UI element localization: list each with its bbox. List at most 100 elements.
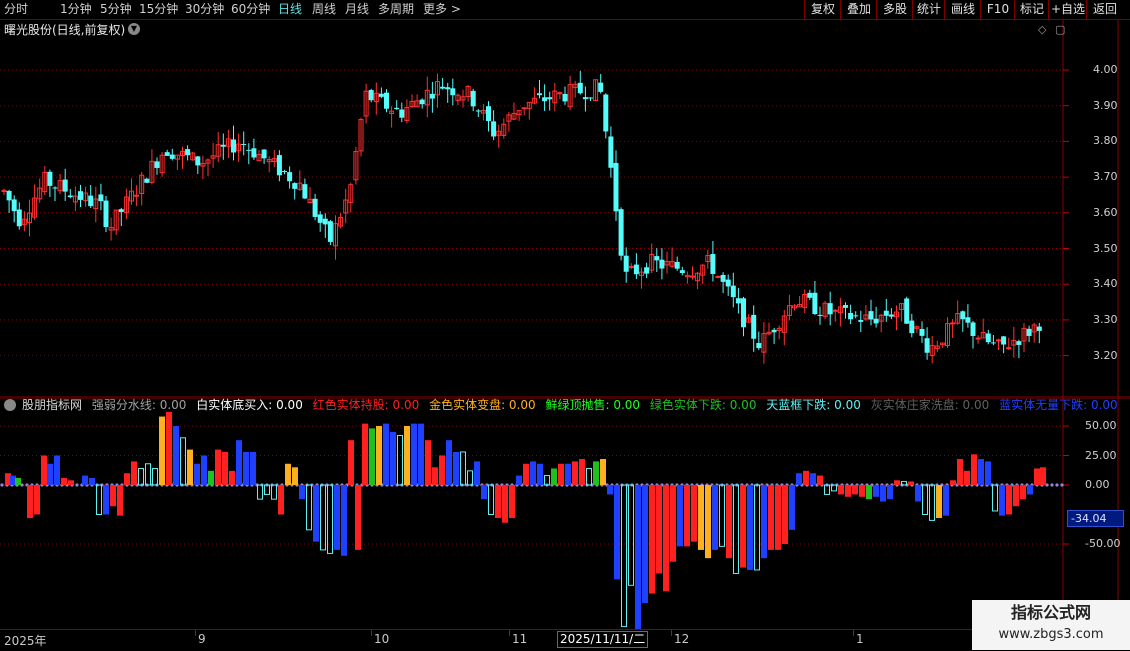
indicator-bar [1034,468,1040,485]
candle-body [588,97,593,99]
indicator-bar [810,473,816,485]
legend-item: 灰实体庄家洗盘: 0.00 [870,398,990,412]
indicator-bar [761,485,767,559]
price-tick-label: 3.60 [1093,205,1118,219]
candle-body [720,274,726,282]
period-tab-1min[interactable]: 1分钟 [60,1,92,17]
indicator-bar [376,426,382,485]
period-tab-multi[interactable]: 多周期 [378,1,414,17]
candle-body [62,179,68,192]
candle-body [169,154,175,159]
add-watchlist-button[interactable]: +自选 [1048,0,1087,19]
indicator-name[interactable]: 股朋指标网 [22,398,82,412]
indicator-bar [796,473,802,485]
candle-body [888,314,894,317]
candle-body [47,171,53,186]
indicator-bar [635,485,641,629]
indicator-bar [131,461,137,485]
right-info-strip [1119,20,1130,398]
candle-body [317,214,323,223]
candle-body [98,194,104,202]
indicator-bar [684,485,690,547]
candle-body [858,319,864,322]
indicator-bar [1020,485,1026,500]
settings-circle-icon[interactable] [4,399,16,411]
date-label: 10 [374,632,390,646]
indicator-bar [208,470,214,485]
candle-body [613,162,619,212]
period-tab-more[interactable]: 更多 > [423,1,461,17]
period-tab-15min[interactable]: 15分钟 [139,1,178,17]
candle-body [577,82,583,94]
indicator-bar [789,485,795,530]
candle-body [1026,328,1032,336]
date-label: 9 [198,632,206,646]
candle-body [185,149,191,156]
draw-line-button[interactable]: 画线 [944,0,981,19]
indicator-bar [999,485,1005,516]
indicator-bar [110,485,116,507]
indicator-bar [740,485,746,568]
candle-body [715,275,721,278]
indicator-bar [852,485,858,495]
period-tab-weekly[interactable]: 周线 [312,1,336,17]
indicator-bar [768,485,774,550]
zero-line-dot [1055,483,1059,487]
candle-body [644,267,650,274]
period-toolbar: 分时 1分钟 5分钟 15分钟 30分钟 60分钟 日线 周线 月线 多周期 更… [0,0,1130,20]
indicator-bar [481,485,487,500]
indicator-bar [754,484,760,571]
indicator-bar [691,485,697,542]
candle-body [78,191,83,200]
zero-line-dot [75,483,79,487]
indicator-bar [166,411,172,485]
indicator-bar [733,484,739,574]
candle-body [557,92,563,95]
indicator-bar [369,428,375,485]
multi-stock-button[interactable]: 多股 [876,0,913,19]
candle-body [725,279,731,287]
indicator-bar [964,470,970,485]
chevron-down-icon[interactable]: ▼ [128,23,140,35]
price-candlestick-chart[interactable] [0,20,1130,398]
candle-body [419,99,425,105]
period-tab-5min[interactable]: 5分钟 [100,1,132,17]
indicator-bar [383,423,389,485]
indicator-bar [222,451,228,485]
indicator-bar [579,459,585,485]
indicator-bar [152,467,158,486]
indicator-chart[interactable] [0,398,1130,629]
indicator-bar [418,423,424,485]
mark-button[interactable]: 标记 [1014,0,1049,19]
overlay-button[interactable]: 叠加 [840,0,877,19]
indicator-bar [887,485,893,500]
indicator-bar [628,484,634,586]
f10-button[interactable]: F10 [980,0,1015,19]
indicator-bar [1027,485,1033,495]
diamond-icon[interactable]: ◇ [1038,23,1046,36]
candle-body [1006,347,1012,350]
indicator-bar [572,461,578,485]
period-tab-60min[interactable]: 60分钟 [231,1,270,17]
candle-body [985,333,991,343]
candle-body [88,195,94,207]
period-tab-monthly[interactable]: 月线 [345,1,369,17]
candle-body [735,298,741,304]
back-button[interactable]: 返回 [1086,0,1123,19]
indicator-bar [859,485,865,497]
stats-button[interactable]: 统计 [912,0,945,19]
indicator-bar [1013,485,1019,507]
candle-body [873,318,879,324]
period-tab-30min[interactable]: 30分钟 [185,1,224,17]
period-tab-fenshi[interactable]: 分时 [4,1,28,17]
period-tab-daily[interactable]: 日线 [278,1,302,17]
candle-body [909,320,915,334]
date-tick [671,630,672,636]
candle-body [368,90,374,101]
candle-body [756,343,762,349]
fuquan-button[interactable]: 复权 [804,0,841,19]
indicator-bar [138,467,144,486]
indicator-bar [201,455,207,485]
indicator-bar [68,480,74,485]
window-icon[interactable]: ▢ [1055,23,1065,36]
